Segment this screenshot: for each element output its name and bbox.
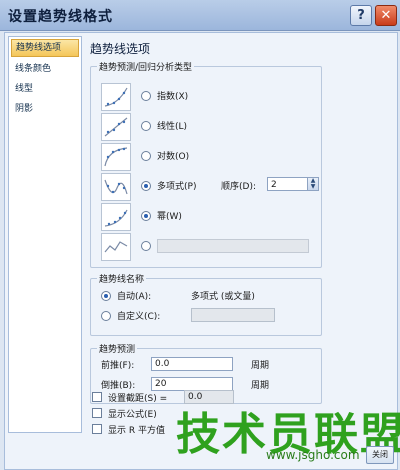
polynomial-trend-icon [101, 173, 131, 201]
label-exponential: 指数(X) [157, 92, 189, 102]
close-button[interactable]: 关闭 [366, 446, 394, 464]
stepper-arrows-icon[interactable]: ▲ ▼ [307, 178, 318, 190]
label-show-equation: 显示公式(E) [108, 410, 157, 420]
trend-type-group-label: 趋势预测/回归分析类型 [97, 60, 195, 73]
moving-average-field [157, 239, 309, 253]
title-bar: 设置趋势线格式 ? ✕ [0, 0, 400, 31]
help-icon[interactable]: ? [350, 5, 372, 26]
nav-item-trendline-options[interactable]: 趋势线选项 [11, 39, 79, 57]
trend-type-group: 趋势预测/回归分析类型 指数(X) 线性(L) 对数(O) 多项式(P) 顺序(… [90, 60, 322, 268]
label-backward: 倒推(B): [101, 381, 136, 391]
window-title: 设置趋势线格式 [8, 9, 113, 25]
label-forward: 前推(F): [101, 361, 135, 371]
category-nav: 趋势线选项 线条颜色 线型 阴影 [8, 36, 82, 433]
label-custom-name: 自定义(C): [117, 312, 161, 322]
order-label: 顺序(D): [221, 182, 256, 192]
watermark-url: www.jsgho.com [266, 448, 360, 462]
radio-polynomial[interactable] [141, 181, 151, 191]
radio-linear[interactable] [141, 121, 151, 131]
exponential-trend-icon [101, 83, 131, 111]
radio-moving-average[interactable] [141, 241, 151, 251]
label-linear: 线性(L) [157, 122, 188, 132]
checkbox-show-equation[interactable] [92, 408, 102, 418]
trend-name-group: 趋势线名称 自动(A): 多项式 (或文量) 自定义(C): [90, 272, 322, 336]
pane-title: 趋势线选项 [90, 42, 151, 56]
label-show-r-squared: 显示 R 平方值 [108, 426, 165, 436]
forward-unit: 周期 [251, 361, 270, 371]
radio-power[interactable] [141, 211, 151, 221]
moving-average-trend-icon [101, 233, 131, 261]
backward-unit: 周期 [251, 381, 270, 391]
trend-name-group-label: 趋势线名称 [97, 272, 147, 285]
checkbox-set-intercept[interactable] [92, 392, 102, 402]
label-auto-name: 自动(A): [117, 292, 152, 302]
close-icon[interactable]: ✕ [375, 5, 397, 26]
custom-name-input[interactable] [191, 308, 275, 322]
label-polynomial: 多项式(P) [157, 182, 197, 192]
backward-input[interactable]: 20 [151, 377, 233, 391]
radio-logarithmic[interactable] [141, 151, 151, 161]
radio-auto-name[interactable] [101, 291, 111, 301]
order-value: 2 [271, 180, 277, 190]
linear-trend-icon [101, 113, 131, 141]
label-logarithmic: 对数(O) [157, 152, 190, 162]
logarithmic-trend-icon [101, 143, 131, 171]
label-power: 幂(W) [157, 212, 182, 222]
checkbox-show-r-squared[interactable] [92, 424, 102, 434]
nav-item-line-style[interactable]: 线型 [9, 79, 81, 99]
radio-exponential[interactable] [141, 91, 151, 101]
radio-custom-name[interactable] [101, 311, 111, 321]
order-stepper[interactable]: 2 ▲ ▼ [267, 177, 319, 191]
forecast-group-label: 趋势预测 [97, 342, 138, 355]
nav-item-shadow[interactable]: 阴影 [9, 99, 81, 119]
label-set-intercept: 设置截距(S) = [108, 394, 168, 404]
power-trend-icon [101, 203, 131, 231]
nav-item-line-color[interactable]: 线条颜色 [9, 59, 81, 79]
forward-input[interactable]: 0.0 [151, 357, 233, 371]
options-pane: 趋势线选项 趋势预测/回归分析类型 指数(X) 线性(L) 对数(O) 多项式(… [84, 36, 389, 436]
auto-name-value: 多项式 (或文量) [191, 292, 255, 302]
